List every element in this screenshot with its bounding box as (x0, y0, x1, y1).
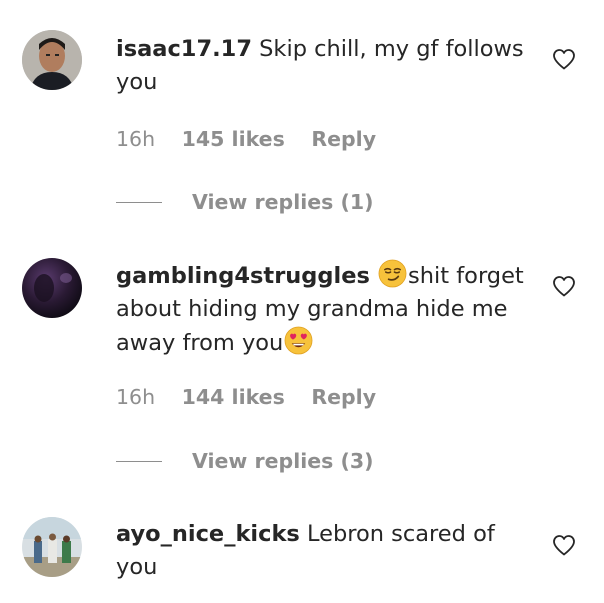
heart-eyes-emoji-icon (284, 326, 313, 355)
comment-text: isaac17.17 Skip chill, my gf follows you (116, 33, 536, 99)
comment-text: gambling4struggles shit forget about hid… (116, 259, 536, 360)
view-replies-button[interactable]: View replies (1) (192, 188, 374, 216)
avatar[interactable] (22, 30, 82, 90)
divider-line (116, 461, 162, 462)
heart-icon[interactable] (552, 534, 576, 556)
reply-button[interactable]: Reply (311, 383, 376, 411)
comment-time: 16h (116, 385, 156, 409)
heart-icon[interactable] (552, 275, 576, 297)
comment-meta: 16h 144 likes Reply (116, 383, 376, 411)
profile-photo-icon (22, 517, 82, 577)
comment-username[interactable]: isaac17.17 (116, 36, 252, 62)
comment-meta: 16h 145 likes Reply (116, 125, 376, 153)
comment-likes[interactable]: 145 likes (182, 125, 285, 153)
smirking-face-emoji-icon (378, 259, 407, 288)
avatar[interactable] (22, 517, 82, 577)
divider-line (116, 202, 162, 203)
comment-text: ayo_nice_kicks Lebron scared of you (116, 518, 536, 584)
heart-icon[interactable] (552, 48, 576, 70)
comment-likes[interactable]: 144 likes (182, 383, 285, 411)
profile-photo-icon (22, 258, 82, 318)
profile-photo-icon (22, 30, 82, 90)
comment-username[interactable]: ayo_nice_kicks (116, 521, 300, 547)
reply-button[interactable]: Reply (311, 125, 376, 153)
comment-username[interactable]: gambling4struggles (116, 263, 370, 289)
avatar[interactable] (22, 258, 82, 318)
comment-time: 16h (116, 127, 156, 151)
view-replies-button[interactable]: View replies (3) (192, 447, 374, 475)
